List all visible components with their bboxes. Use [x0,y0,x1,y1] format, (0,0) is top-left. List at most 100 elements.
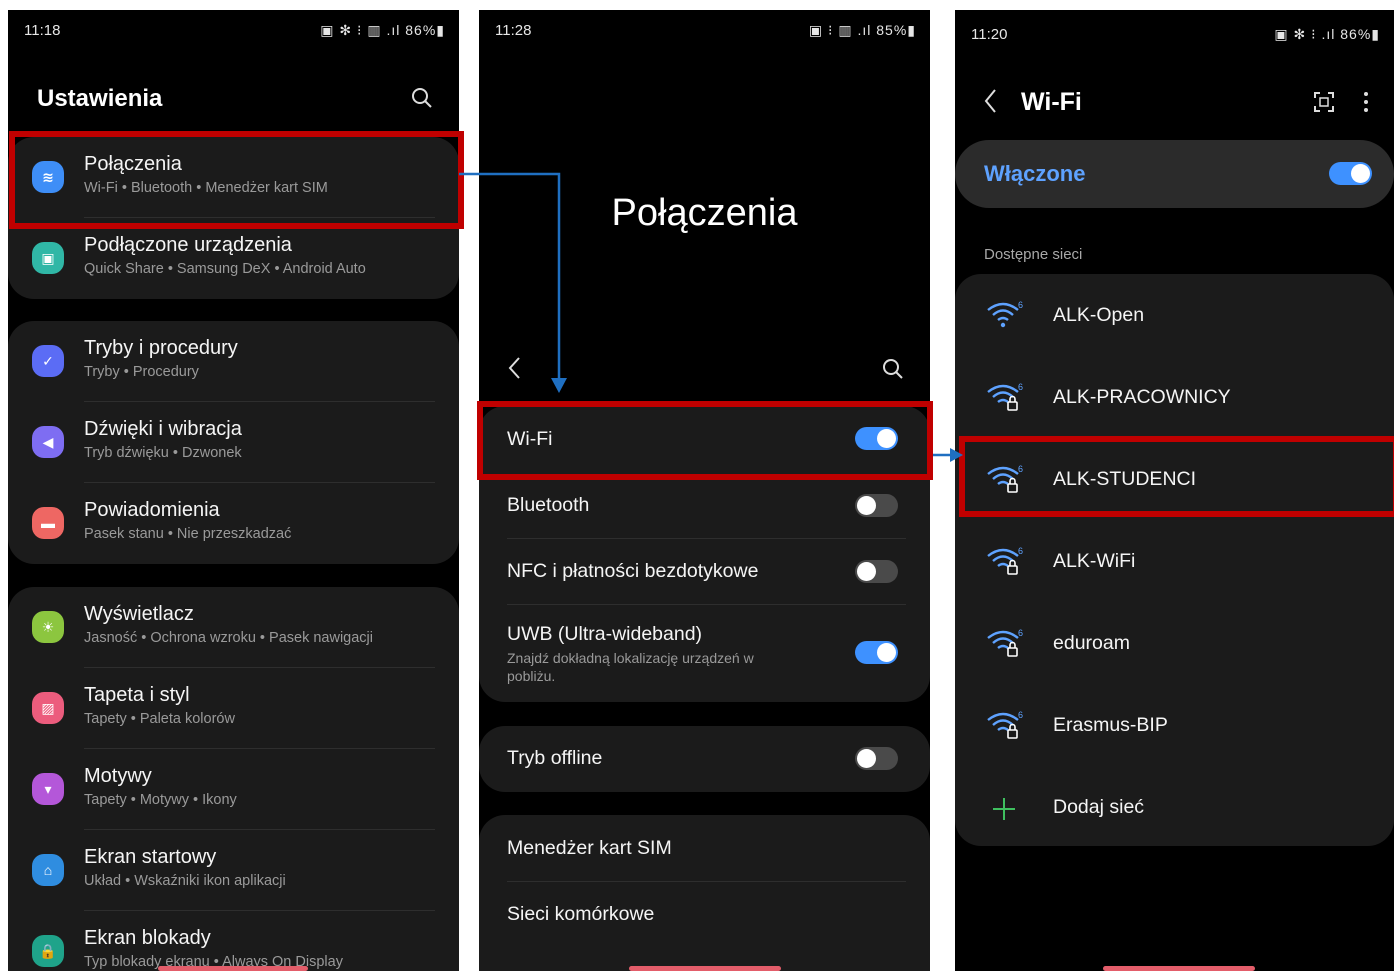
item-subtitle: Tapety • Motywy • Ikony [84,792,237,808]
item-label: Dźwięki i wibracja [84,418,242,440]
more-options-icon[interactable] [1360,90,1372,114]
wifi-secured-icon: 6 [987,546,1023,575]
item-subtitle: Quick Share • Samsung DeX • Android Auto [84,261,366,277]
status-bar: 11:18 ▣ ✻ ⁝ ▥ .ıl 86%▮ [8,10,459,50]
item-label: Tapeta i styl [84,684,190,706]
item-label: Podłączone urządzenia [84,234,292,256]
wifi-switch-label: Włączone [984,161,1086,186]
status-bar: 11:20 ▣ ✻ ⁝ .ıl 86%▮ [955,10,1394,50]
network-name: ALK-Open [1053,304,1145,326]
offline-mode-label: Tryb offline [507,747,603,769]
home-indicator [629,966,781,971]
connections-screen: 11:28 ▣ ⁝ ▥ .ıl 85%▮ Połączenia Wi-Fi Bl… [479,10,930,971]
svg-text:6: 6 [1018,628,1023,638]
page-title: Wi-Fi [1021,88,1082,116]
network-name: eduroam [1053,632,1130,654]
network-item[interactable]: 6 Erasmus-BIP [955,684,1394,766]
wifi-secured-icon: 6 [987,628,1023,657]
bluetooth-row[interactable]: Bluetooth [479,473,930,538]
wifi-secured-icon: 6 [987,382,1023,411]
display-icon: ☀ [32,611,64,643]
available-networks-heading: Dostępne sieci [984,246,1083,263]
status-bar: 11:28 ▣ ⁝ ▥ .ıl 85%▮ [479,10,930,50]
highlight-connections [9,131,464,229]
nfc-label: NFC i płatności bezdotykowe [507,560,759,582]
add-network-row[interactable]: Dodaj sieć [955,766,1394,848]
network-item[interactable]: 6 ALK-Open [955,274,1394,356]
add-network-label: Dodaj sieć [1053,796,1145,818]
connections-group-3: Menedżer kart SIM Sieci komórkowe [479,815,930,971]
status-icons: ▣ ✻ ⁝ .ıl 86%▮ [1274,26,1380,42]
item-label: Ekran startowy [84,846,217,868]
network-item[interactable]: 6 ALK-PRACOWNICY [955,356,1394,438]
status-icons: ▣ ✻ ⁝ ▥ .ıl 86%▮ [320,22,445,38]
uwb-label: UWB (Ultra-wideband) [507,623,703,645]
network-name: ALK-WiFi [1053,550,1136,572]
settings-item-lock-screen[interactable]: 🔒 Ekran blokady Typ blokady ekranu • Alw… [8,911,459,971]
plus-icon [993,798,1015,820]
wifi-master-switch[interactable]: Włączone [955,140,1394,208]
settings-item-sounds[interactable]: ◀ Dźwięki i wibracja Tryb dźwięku • Dzwo… [8,402,459,483]
settings-item-home-screen[interactable]: ⌂ Ekran startowy Układ • Wskaźniki ikon … [8,830,459,911]
network-list: 6 ALK-Open 6 ALK-PRACOWNICY 6 ALK-STUDEN… [955,274,1394,846]
notifications-icon: ▬ [32,507,64,539]
uwb-row[interactable]: UWB (Ultra-wideband) Znajdź dokładną lok… [479,605,930,702]
offline-mode-card: Tryb offline [479,726,930,792]
wifi-switch-toggle[interactable] [1329,162,1372,185]
settings-item-display[interactable]: ☀ Wyświetlacz Jasność • Ochrona wzroku •… [8,587,459,668]
settings-item-themes[interactable]: ▾ Motywy Tapety • Motywy • Ikony [8,749,459,830]
mobile-networks-row[interactable]: Sieci komórkowe [479,882,930,948]
sim-manager-row[interactable]: Menedżer kart SIM [479,815,930,881]
nfc-toggle[interactable] [855,560,898,583]
bluetooth-toggle[interactable] [855,494,898,517]
bluetooth-label: Bluetooth [507,494,590,516]
svg-text:6: 6 [1018,546,1023,556]
network-item[interactable]: 6 ALK-WiFi [955,520,1394,602]
status-time: 11:18 [24,22,61,39]
home-icon: ⌂ [32,854,64,886]
wifi-secured-icon: 6 [987,710,1023,739]
page-title: Ustawienia [37,85,163,112]
wallpaper-icon: ▨ [32,692,64,724]
network-name: Erasmus-BIP [1053,714,1168,736]
sim-manager-label: Menedżer kart SIM [507,837,672,859]
network-item[interactable]: 6 eduroam [955,602,1394,684]
themes-icon: ▾ [32,773,64,805]
settings-item-connected-devices[interactable]: ▣ Podłączone urządzenia Quick Share • Sa… [8,218,459,299]
page-title: Połączenia [611,192,798,234]
home-indicator [1103,966,1255,971]
qr-scan-icon[interactable] [1312,90,1336,114]
search-icon[interactable] [410,86,434,110]
settings-item-modes[interactable]: ✓ Tryby i procedury Tryby • Procedury [8,321,459,402]
offline-mode-row[interactable]: Tryb offline [479,726,930,792]
item-label: Wyświetlacz [84,603,194,625]
uwb-toggle[interactable] [855,641,898,664]
status-time: 11:20 [971,26,1008,43]
settings-group-3: ☀ Wyświetlacz Jasność • Ochrona wzroku •… [8,587,459,971]
item-subtitle: Pasek stanu • Nie przeszkadzać [84,526,292,542]
devices-icon: ▣ [32,242,64,274]
svg-text:6: 6 [1018,710,1023,720]
settings-item-notifications[interactable]: ▬ Powiadomienia Pasek stanu • Nie przesz… [8,483,459,564]
back-icon[interactable] [983,88,999,114]
status-time: 11:28 [495,22,532,39]
highlight-wifi [477,401,933,480]
item-label: Ekran blokady [84,927,211,949]
item-subtitle: Układ • Wskaźniki ikon aplikacji [84,873,286,889]
item-label: Motywy [84,765,152,787]
settings-group-2: ✓ Tryby i procedury Tryby • Procedury ◀ … [8,321,459,564]
item-label: Powiadomienia [84,499,220,521]
sound-icon: ◀ [32,426,64,458]
svg-text:6: 6 [1018,300,1023,310]
back-icon[interactable] [507,356,523,380]
search-icon[interactable] [881,357,905,381]
item-subtitle: Tapety • Paleta kolorów [84,711,235,727]
lock-icon: 🔒 [32,935,64,967]
offline-mode-toggle[interactable] [855,747,898,770]
item-label: Tryby i procedury [84,337,238,359]
item-subtitle: Tryb dźwięku • Dzwonek [84,445,242,461]
settings-item-wallpaper[interactable]: ▨ Tapeta i styl Tapety • Paleta kolorów [8,668,459,749]
nfc-row[interactable]: NFC i płatności bezdotykowe [479,539,930,604]
item-subtitle: Jasność • Ochrona wzroku • Pasek nawigac… [84,630,374,646]
modes-icon: ✓ [32,345,64,377]
